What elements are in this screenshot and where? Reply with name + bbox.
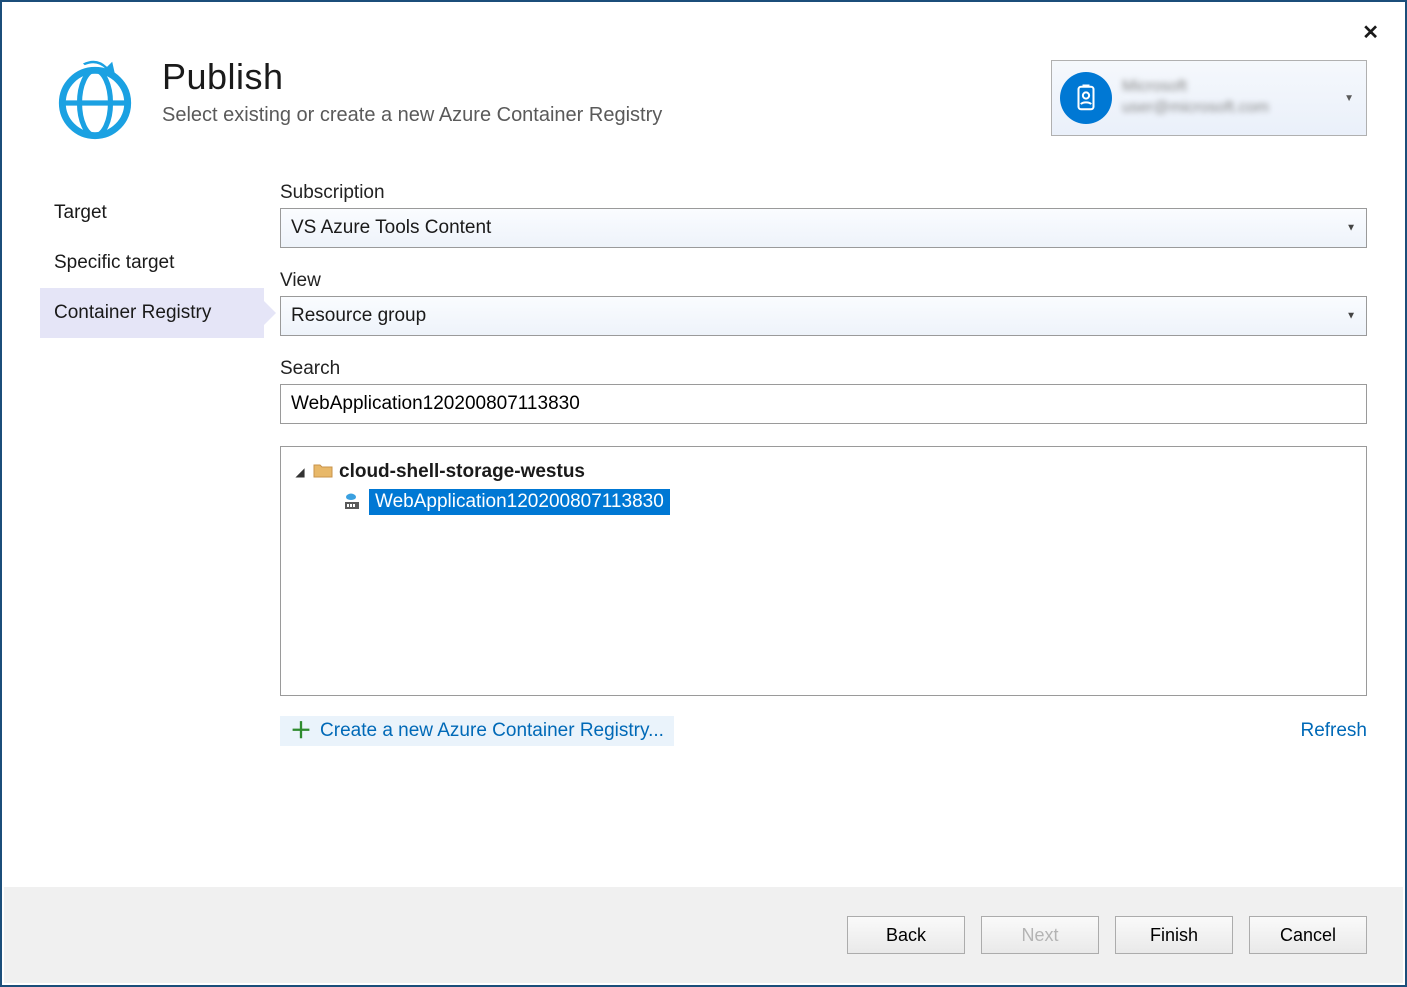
- search-label: Search: [280, 358, 1367, 380]
- nav-step-specific-target[interactable]: Specific target: [40, 238, 264, 288]
- view-label: View: [280, 270, 1367, 292]
- chevron-down-icon: ▼: [1346, 311, 1356, 322]
- subscription-label: Subscription: [280, 182, 1367, 204]
- cancel-button[interactable]: Cancel: [1249, 916, 1367, 954]
- view-value: Resource group: [291, 305, 426, 327]
- plus-icon: ＋: [290, 720, 312, 742]
- registry-icon: [343, 493, 363, 511]
- close-icon[interactable]: ✕: [1354, 16, 1387, 49]
- tree-item-name: WebApplication120200807113830: [369, 489, 670, 515]
- tree-group-row[interactable]: ◢ cloud-shell-storage-westus: [293, 459, 1354, 485]
- publish-globe-icon: [52, 60, 138, 146]
- subscription-value: VS Azure Tools Content: [291, 217, 491, 239]
- resource-tree: ◢ cloud-shell-storage-westus WebAppl: [280, 446, 1367, 696]
- next-button: Next: [981, 916, 1099, 954]
- nav-step-container-registry[interactable]: Container Registry: [40, 288, 264, 338]
- subscription-select[interactable]: VS Azure Tools Content ▼: [280, 208, 1367, 248]
- finish-button[interactable]: Finish: [1115, 916, 1233, 954]
- view-select[interactable]: Resource group ▼: [280, 296, 1367, 336]
- nav-step-target[interactable]: Target: [40, 188, 264, 238]
- account-selector[interactable]: Microsoft user@microsoft.com ▼: [1051, 60, 1367, 136]
- create-registry-label: Create a new Azure Container Registry...: [320, 720, 664, 742]
- folder-icon: [313, 462, 333, 483]
- page-subtitle: Select existing or create a new Azure Co…: [162, 104, 1027, 127]
- page-title: Publish: [162, 56, 1027, 98]
- expand-caret-icon[interactable]: ◢: [293, 465, 307, 479]
- create-registry-link[interactable]: ＋ Create a new Azure Container Registry.…: [280, 716, 674, 746]
- refresh-link[interactable]: Refresh: [1300, 720, 1367, 742]
- wizard-footer: Back Next Finish Cancel: [4, 887, 1403, 983]
- account-badge-icon: [1060, 72, 1112, 124]
- search-input[interactable]: [280, 384, 1367, 424]
- back-button[interactable]: Back: [847, 916, 965, 954]
- account-text: Microsoft user@microsoft.com: [1122, 77, 1334, 119]
- wizard-steps-nav: Target Specific target Container Registr…: [40, 182, 264, 746]
- tree-item-row[interactable]: WebApplication120200807113830: [343, 489, 1354, 515]
- chevron-down-icon: ▼: [1346, 223, 1356, 234]
- tree-group-name: cloud-shell-storage-westus: [339, 461, 585, 483]
- chevron-down-icon: ▼: [1344, 93, 1358, 104]
